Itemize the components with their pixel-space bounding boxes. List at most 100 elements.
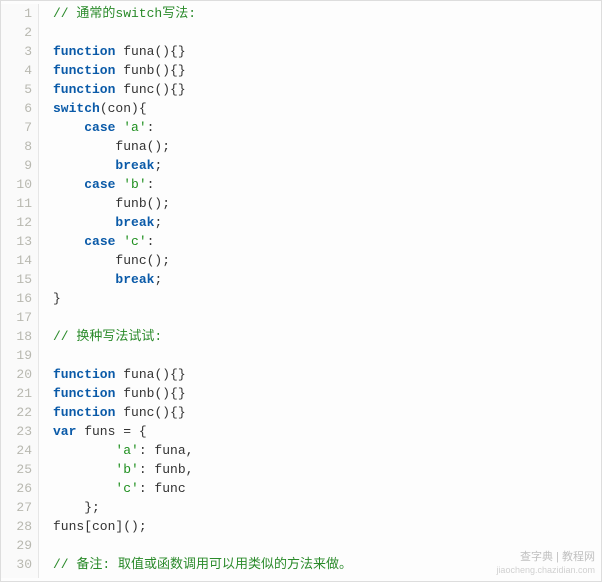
token-kw: function [53,405,115,420]
line-number: 24 [1,441,32,460]
token-id: funa [123,367,154,382]
code-line: break; [53,270,601,289]
token-id: funb [123,386,154,401]
line-number: 2 [1,23,32,42]
token-pn: : func [139,481,186,496]
code-line: function func(){} [53,403,601,422]
line-number: 13 [1,232,32,251]
token-str: 'c' [123,234,146,249]
token-pn: (){} [154,82,185,97]
token-kw: function [53,367,115,382]
token-kw: case [84,234,115,249]
token-kw: switch [53,101,100,116]
token-cm: // 通常的switch写法: [53,6,196,21]
code-line: switch(con){ [53,99,601,118]
code-line: case 'c': [53,232,601,251]
line-number: 20 [1,365,32,384]
token-kw: case [84,177,115,192]
line-number-gutter: 1234567891011121314151617181920212223242… [1,4,39,578]
code-line [53,346,601,365]
code-line: function funb(){} [53,61,601,80]
code-line: } [53,289,601,308]
token-pn: ; [154,215,162,230]
code-line: function funa(){} [53,365,601,384]
line-number: 28 [1,517,32,536]
token-kw: function [53,386,115,401]
token-pn: (){} [154,44,185,59]
token-kw: function [53,82,115,97]
token-pn: : [147,177,155,192]
line-number: 22 [1,403,32,422]
token-kw: break [115,215,154,230]
line-number: 18 [1,327,32,346]
token-pn [53,215,115,230]
token-kw: function [53,63,115,78]
line-number: 17 [1,308,32,327]
token-pn: funs[con](); [53,519,147,534]
code-block: 1234567891011121314151617181920212223242… [0,0,602,582]
token-pn: (){} [154,405,185,420]
line-number: 21 [1,384,32,403]
code-line: 'b': funb, [53,460,601,479]
token-pn [53,120,84,135]
code-line: funa(); [53,137,601,156]
code-line: function funa(){} [53,42,601,61]
token-pn: } [53,291,61,306]
code-line: case 'b': [53,175,601,194]
code-line [53,536,601,555]
token-pn: (con){ [100,101,147,116]
code-line: }; [53,498,601,517]
token-pn [53,481,115,496]
code-line: var funs = { [53,422,601,441]
token-kw: break [115,272,154,287]
code-line: funs[con](); [53,517,601,536]
token-cm: // 备注: 取值或函数调用可以用类似的方法来做。 [53,557,352,572]
code-line: // 备注: 取值或函数调用可以用类似的方法来做。 [53,555,601,574]
token-id: funb [123,63,154,78]
token-cm: // 换种写法试试: [53,329,162,344]
code-line [53,308,601,327]
code-line: function func(){} [53,80,601,99]
code-line: break; [53,213,601,232]
token-kw: case [84,120,115,135]
line-number: 26 [1,479,32,498]
line-number: 30 [1,555,32,574]
token-str: 'b' [123,177,146,192]
token-pn: funs = { [76,424,146,439]
code-line: func(); [53,251,601,270]
token-str: 'a' [115,443,138,458]
code-line: // 换种写法试试: [53,327,601,346]
token-pn: : funa, [139,443,194,458]
line-number: 4 [1,61,32,80]
token-kw: var [53,424,76,439]
token-pn: (){} [154,63,185,78]
token-pn [53,234,84,249]
line-number: 23 [1,422,32,441]
token-pn: (){} [154,386,185,401]
code-line [53,23,601,42]
token-id: func [123,405,154,420]
token-pn: ; [154,272,162,287]
code-content: // 通常的switch写法: function funa(){}functio… [53,4,601,574]
code-line: 'c': func [53,479,601,498]
line-number: 3 [1,42,32,61]
line-number: 27 [1,498,32,517]
token-pn: ; [154,158,162,173]
token-pn [53,443,115,458]
token-str: 'c' [115,481,138,496]
line-number: 15 [1,270,32,289]
token-pn: (){} [154,367,185,382]
code-line: break; [53,156,601,175]
code-line: case 'a': [53,118,601,137]
token-str: 'a' [123,120,146,135]
token-pn [53,462,115,477]
token-kw: function [53,44,115,59]
token-kw: break [115,158,154,173]
token-pn: }; [53,500,100,515]
token-id: funa [123,44,154,59]
line-number: 14 [1,251,32,270]
line-number: 11 [1,194,32,213]
token-pn: : [147,120,155,135]
line-number: 29 [1,536,32,555]
line-number: 19 [1,346,32,365]
